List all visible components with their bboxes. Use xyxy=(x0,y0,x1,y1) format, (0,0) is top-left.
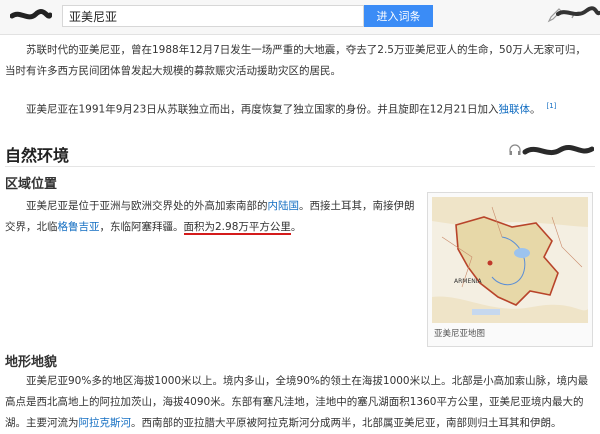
link-araks-river[interactable]: 阿拉克斯河 xyxy=(79,417,132,429)
section-title-natural-environment: 自然环境 xyxy=(5,146,70,165)
search-box[interactable] xyxy=(62,5,364,27)
map-caption: 亚美尼亚地图 xyxy=(434,329,486,339)
top-bar: 进入词条 xyxy=(0,0,600,35)
map-label: ARMENIA xyxy=(454,278,482,285)
subsection-title-terrain: 地形地貌 xyxy=(5,355,58,370)
armenia-map-image: ARMENIA xyxy=(432,197,588,323)
reference-1[interactable]: [1] xyxy=(546,102,556,110)
search-button[interactable]: 进入词条 xyxy=(364,5,433,27)
intro-paragraph-1: 苏联时代的亚美尼亚，曾在1988年12月7日发生一场严重的大地震，夺去了2.5万… xyxy=(5,44,586,77)
intro-paragraph-2: 亚美尼亚在1991年9月23日从苏联独立而出，再度恢复了独立国家的身份。并且旋即… xyxy=(26,102,557,116)
map-thumbnail[interactable]: ARMENIA 亚美尼亚地图 xyxy=(427,192,593,347)
terrain-paragraph: 亚美尼亚90%多的地区海拔1000米以上。境内多山，全境90%的领土在海拔100… xyxy=(5,375,589,429)
redacted-mark xyxy=(522,144,594,156)
redacted-logo xyxy=(10,9,52,20)
redacted-mark xyxy=(556,6,600,16)
subsection-title-location: 区域位置 xyxy=(5,177,58,192)
area-highlight: 面积为2.98万平方公里 xyxy=(183,221,291,235)
link-georgia[interactable]: 格鲁吉亚 xyxy=(58,221,100,233)
search-input[interactable] xyxy=(63,6,359,27)
link-cis[interactable]: 独联体 xyxy=(498,104,530,116)
link-landlocked-country[interactable]: 内陆国 xyxy=(268,200,300,212)
location-paragraph: 亚美尼亚是位于亚洲与欧洲交界处的外高加索南部的内陆国。西接土耳其，南接伊朗交界，… xyxy=(5,200,415,235)
section-divider xyxy=(5,166,595,167)
headphones-icon[interactable] xyxy=(508,143,522,157)
